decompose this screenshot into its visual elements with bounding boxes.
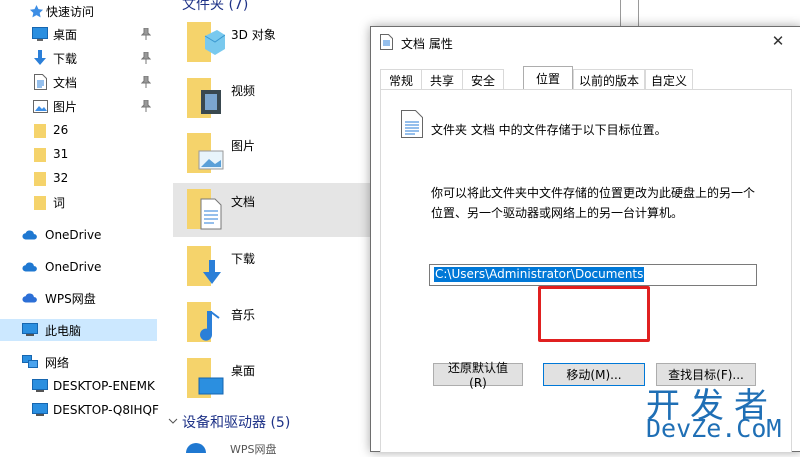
nav-item-documents[interactable]: 文档 [0,71,157,93]
nav-item-label: 32 [53,171,69,185]
folder-label: 音乐 [231,308,256,322]
partial-drive-label[interactable]: WPS网盘 [230,441,277,457]
nav-item-pc1[interactable]: DESKTOP-ENEMK [0,375,157,397]
close-icon: ✕ [771,32,785,50]
folder-label: 文档 [231,195,256,209]
desktop-icon [32,26,48,42]
folder-label: 3D 对象 [231,28,276,42]
nav-item-this-pc[interactable]: 此电脑 [0,319,157,341]
tab-general[interactable]: 常规 [380,69,422,90]
computer-icon [22,322,38,338]
chevron-down-icon[interactable] [168,416,178,426]
nav-item-folder-31[interactable]: 31 [0,143,157,165]
document-icon [187,189,222,230]
folder-music[interactable]: 音乐 [173,296,373,350]
nav-item-label: DESKTOP-Q8IHQF [53,403,159,417]
nav-item-network[interactable]: 网络 [0,351,157,373]
description-line-1: 你可以将此文件夹中文件存储的位置更改为此硬盘上的另一个 [431,186,756,200]
folder-pictures[interactable]: 图片 [173,127,373,181]
nav-item-label: 26 [53,123,69,137]
restore-default-button[interactable]: 还原默认值(R) [433,361,523,390]
nav-item-label: 文档 [53,75,78,90]
nav-item-desktop[interactable]: 桌面 [0,23,157,45]
nav-item-label: 31 [53,147,69,161]
document-icon [401,110,423,138]
network-icon [22,354,38,370]
video-icon [187,78,221,118]
tab-previous-versions[interactable]: 以前的版本 [573,69,645,90]
tab-location[interactable]: 位置 [523,66,573,90]
nav-item-pictures[interactable]: 图片 [0,95,157,117]
pin-icon[interactable] [141,28,151,40]
nav-item-label: OneDrive [45,228,102,242]
3d-objects-icon [187,22,225,62]
nav-item-pc2[interactable]: DESKTOP-Q8IHQF [0,399,159,421]
move-button[interactable]: 移动(M)... [543,363,645,386]
folder-label: 图片 [231,139,256,153]
download-icon [187,246,221,286]
nav-item-label: 词 [53,195,66,210]
cloud-icon [22,259,38,275]
target-location-text: 文件夹 文档 中的文件存储于以下目标位置。 [431,123,667,137]
highlight-box [538,286,650,342]
folder-icon [32,122,48,138]
nav-item-onedrive-1[interactable]: OneDrive [0,224,157,246]
navigation-pane: 快速访问 桌面 下载 文档 图片 26 31 32 词 OneDrive One… [0,0,159,450]
description-line-2: 位置、另一个驱动器或网络上的另一台计算机。 [431,206,684,220]
document-icon [32,74,48,90]
computer-icon [32,402,48,418]
folder-videos[interactable]: 视频 [173,72,373,126]
nav-item-label: 图片 [53,99,78,114]
folder-downloads[interactable]: 下载 [173,240,373,294]
nav-item-wps[interactable]: WPS网盘 [0,287,157,309]
tab-customize[interactable]: 自定义 [645,69,693,90]
download-icon [32,50,48,66]
watermark-domain: DevZe.CoM [646,414,782,443]
nav-item-label: DESKTOP-ENEMK [53,379,155,393]
folder-icon [32,146,48,162]
tab-sharing[interactable]: 共享 [421,69,463,90]
music-icon [187,302,220,342]
folder-label: 下载 [231,252,256,266]
nav-item-folder-ci[interactable]: 词 [0,191,157,213]
wps-cloud-icon [22,290,38,306]
picture-icon [32,98,48,114]
nav-item-label: 桌面 [53,27,78,42]
picture-icon [187,133,224,173]
cloud-icon [22,227,38,243]
folder-label: 桌面 [231,364,256,378]
nav-item-label: 此电脑 [45,323,82,338]
nav-item-label: 网络 [45,355,70,370]
nav-item-onedrive-2[interactable]: OneDrive [0,256,157,278]
folder-documents[interactable]: 文档 [173,183,373,237]
desktop-icon [187,358,224,398]
computer-icon [32,378,48,394]
folder-3d-objects[interactable]: 3D 对象 [173,16,373,70]
path-text: C:\Users\Administrator\Documents [434,267,645,282]
nav-item-folder-26[interactable]: 26 [0,119,157,141]
folder-label: 视频 [231,84,256,98]
folder-icon [32,194,48,210]
pin-icon[interactable] [141,100,151,112]
folder-icon [32,170,48,186]
close-button[interactable]: ✕ [763,27,793,55]
nav-item-label: OneDrive [45,260,102,274]
folder-desktop[interactable]: 桌面 [173,352,373,406]
nav-item-downloads[interactable]: 下载 [0,47,157,69]
pin-icon[interactable] [141,76,151,88]
nav-quick-access-label: 快速访问 [46,4,95,19]
folder-view: 文件夹 (7) 3D 对象 视频 图片 文档 下载 音乐 桌面 设备和驱动器 (… [162,0,373,456]
nav-item-label: 下载 [53,51,78,66]
folders-section-header[interactable]: 文件夹 (7) [182,0,248,14]
wps-drive-icon [186,443,206,453]
document-icon [380,34,393,50]
tab-security[interactable]: 安全 [462,69,504,90]
pin-icon[interactable] [141,52,151,64]
nav-item-folder-32[interactable]: 32 [0,167,157,189]
nav-item-label: WPS网盘 [45,291,96,306]
nav-quick-access[interactable]: 快速访问 [0,0,157,22]
devices-section-header[interactable]: 设备和驱动器 (5) [182,412,290,432]
star-icon [28,3,44,19]
dialog-title: 文档 属性 [401,37,453,51]
